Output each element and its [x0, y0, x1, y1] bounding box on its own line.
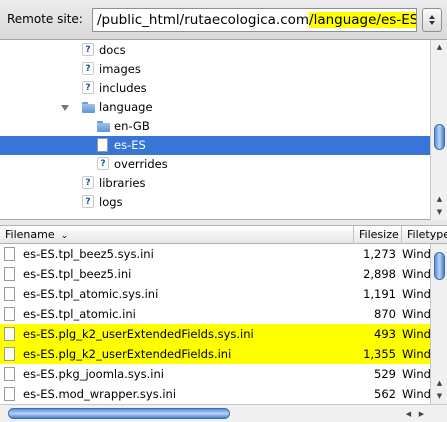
file-type: Wind	[402, 247, 430, 261]
file-type: Wind	[402, 327, 430, 341]
file-row[interactable]: es-ES.tpl_atomic.ini 870 Wind	[0, 304, 430, 324]
remote-site-label: Remote site:	[7, 12, 83, 26]
file-name: es-ES.tpl_atomic.ini	[23, 307, 136, 321]
remote-site-path-input[interactable]: /public_html/rutaecologica.com/language/…	[92, 8, 417, 32]
scroll-up-arrow-icon[interactable]: ▲	[431, 192, 447, 205]
column-filesize[interactable]: Filesize	[354, 226, 402, 244]
unknown-folder-icon: ?	[82, 176, 96, 190]
file-list-header: Filename ⌄ Filesize Filetype	[0, 225, 447, 244]
file-icon	[4, 247, 15, 261]
up-down-arrows-icon	[429, 15, 435, 25]
unknown-folder-icon: ?	[82, 81, 96, 95]
tree-item[interactable]: language	[0, 98, 430, 117]
horizontal-scroll-thumb[interactable]	[8, 408, 230, 419]
sort-chevron-down-icon: ⌄	[60, 231, 69, 241]
file-row[interactable]: es-ES.pkg_joomla.sys.ini 529 Wind	[0, 364, 430, 384]
file-size: 870	[374, 307, 396, 321]
file-icon	[4, 367, 15, 381]
tree-item[interactable]: ? libraries	[0, 174, 430, 193]
scroll-right-arrow-icon[interactable]: ▶	[415, 407, 428, 420]
file-size: 1,273	[363, 247, 396, 261]
column-filetype[interactable]: Filetype	[402, 226, 447, 244]
tree-item-label: logs	[99, 195, 123, 209]
file-size: 1,191	[363, 287, 396, 301]
tree-item[interactable]: es-ES	[0, 136, 430, 155]
file-type: Wind	[402, 307, 430, 321]
scroll-up-arrow-icon[interactable]: ▲	[431, 40, 447, 53]
remote-site-dropdown-button[interactable]	[422, 8, 442, 32]
file-row[interactable]: es-ES.tpl_beez5.sys.ini 1,273 Wind	[0, 244, 430, 264]
file-row[interactable]: es-ES.plg_k2_userExtendedFields.ini 1,355…	[0, 344, 430, 364]
tree-item[interactable]: ? docs	[0, 41, 430, 60]
tree-item-label: language	[99, 100, 153, 114]
file-name: es-ES.tpl_beez5.sys.ini	[23, 247, 154, 261]
tree-scroll-thumb[interactable]	[434, 124, 445, 150]
path-highlight: /language/es-ES	[309, 12, 417, 28]
file-row[interactable]: es-ES.mod_wrapper.sys.ini 562 Wind	[0, 384, 430, 404]
file-type: Wind	[402, 347, 430, 361]
file-size: 529	[374, 367, 396, 381]
file-size: 562	[374, 387, 396, 401]
tree-item-label: docs	[99, 43, 126, 57]
file-name: es-ES.tpl_beez5.ini	[23, 267, 132, 281]
tree-vertical-scrollbar[interactable]: ▲ ▲ ▼	[430, 40, 447, 220]
tree-item-label: en-GB	[114, 119, 150, 133]
file-size: 493	[374, 327, 396, 341]
path-prefix: /public_html/rutaecologica.com	[97, 12, 310, 28]
file-type: Wind	[402, 367, 430, 381]
file-name: es-ES.pkg_joomla.sys.ini	[23, 367, 164, 381]
file-name: es-ES.mod_wrapper.sys.ini	[23, 387, 177, 401]
expand-triangle-icon[interactable]	[60, 102, 70, 112]
folder-icon	[97, 119, 111, 133]
tree-item-label: includes	[99, 81, 147, 95]
file-icon	[4, 287, 15, 301]
tree-item-label: overrides	[114, 157, 168, 171]
folder-icon	[82, 100, 96, 114]
tree-item[interactable]: en-GB	[0, 117, 430, 136]
unknown-folder-icon: ?	[82, 43, 96, 57]
file-type: Wind	[402, 387, 430, 401]
scroll-up-arrow-icon[interactable]: ▲	[431, 376, 447, 389]
unknown-folder-icon: ?	[97, 157, 111, 171]
file-name: es-ES.tpl_atomic.sys.ini	[23, 287, 159, 301]
tree-item[interactable]: ? includes	[0, 79, 430, 98]
unknown-folder-icon: ?	[82, 195, 96, 209]
file-list-vertical-scrollbar[interactable]: ▲ ▼	[430, 244, 447, 404]
file-icon	[4, 387, 15, 401]
file-size: 2,898	[363, 267, 396, 281]
remote-site-bar: Remote site: /public_html/rutaecologica.…	[0, 0, 447, 40]
file-list-horizontal-scrollbar[interactable]: ◀ ▶	[0, 404, 447, 422]
scroll-left-arrow-icon[interactable]: ◀	[402, 407, 415, 420]
file-row[interactable]: es-ES.plg_k2_userExtendedFields.sys.ini 4…	[0, 324, 430, 344]
column-filename-label: Filename	[5, 228, 55, 241]
file-icon	[4, 347, 15, 361]
column-filesize-label: Filesize	[359, 228, 399, 241]
remote-directory-tree: ? docs? images? includes language en-GB es-ES?…	[0, 40, 447, 220]
file-type: Wind	[402, 287, 430, 301]
column-filename[interactable]: Filename ⌄	[0, 226, 354, 244]
file-row[interactable]: es-ES.tpl_beez5.ini 2,898 Wind	[0, 264, 430, 284]
unknown-folder-icon: ?	[82, 62, 96, 76]
file-name: es-ES.plg_k2_userExtendedFields.ini	[23, 347, 232, 361]
file-size: 1,355	[363, 347, 396, 361]
tree-item[interactable]: ? logs	[0, 193, 430, 212]
tree-item-label: libraries	[99, 176, 146, 190]
file-type: Wind	[402, 267, 430, 281]
tree-item-label: es-ES	[114, 138, 146, 152]
page-icon	[97, 138, 111, 152]
file-name: es-ES.plg_k2_userExtendedFields.sys.ini	[23, 327, 254, 341]
tree-item-label: images	[99, 62, 141, 76]
file-icon	[4, 327, 15, 341]
tree-item[interactable]: ? images	[0, 60, 430, 79]
column-filetype-label: Filetype	[407, 228, 447, 241]
file-row[interactable]: es-ES.tpl_atomic.sys.ini 1,191 Wind	[0, 284, 430, 304]
scroll-down-arrow-icon[interactable]: ▼	[431, 205, 447, 218]
scroll-down-arrow-icon[interactable]: ▼	[431, 389, 447, 402]
file-icon	[4, 267, 15, 281]
tree-item[interactable]: ? overrides	[0, 155, 430, 174]
file-list-scroll-thumb[interactable]	[434, 252, 445, 280]
file-icon	[4, 307, 15, 321]
remote-file-list: es-ES.tpl_beez5.sys.ini 1,273 Wind es-ES.tp…	[0, 244, 430, 404]
